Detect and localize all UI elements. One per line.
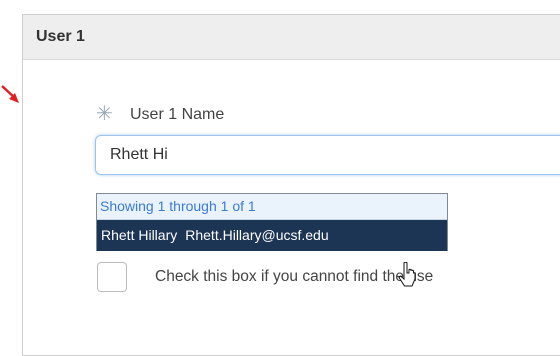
user-name-label: User 1 Name — [130, 106, 225, 123]
suggestion-item[interactable]: Rhett Hillary Rhett.Hillary@ucsf.edu — [97, 220, 447, 251]
results-status: Showing 1 through 1 of 1 — [97, 194, 447, 220]
cannot-find-label: Check this box if you cannot find the us… — [155, 268, 434, 285]
panel-title: User 1 — [36, 28, 85, 45]
asterisk-icon: ✳ — [96, 103, 113, 125]
user-name-input[interactable] — [95, 135, 560, 175]
suggestion-name: Rhett Hillary — [101, 227, 178, 243]
red-arrow-icon — [1, 85, 19, 103]
panel-header: User 1 — [23, 15, 560, 60]
suggestion-email: Rhett.Hillary@ucsf.edu — [185, 227, 329, 243]
mouse-cursor-icon — [398, 262, 416, 287]
user-panel: User 1 — [22, 14, 560, 356]
cannot-find-checkbox[interactable] — [97, 262, 127, 292]
autocomplete-dropdown: Showing 1 through 1 of 1 Rhett Hillary Rh… — [96, 193, 448, 251]
